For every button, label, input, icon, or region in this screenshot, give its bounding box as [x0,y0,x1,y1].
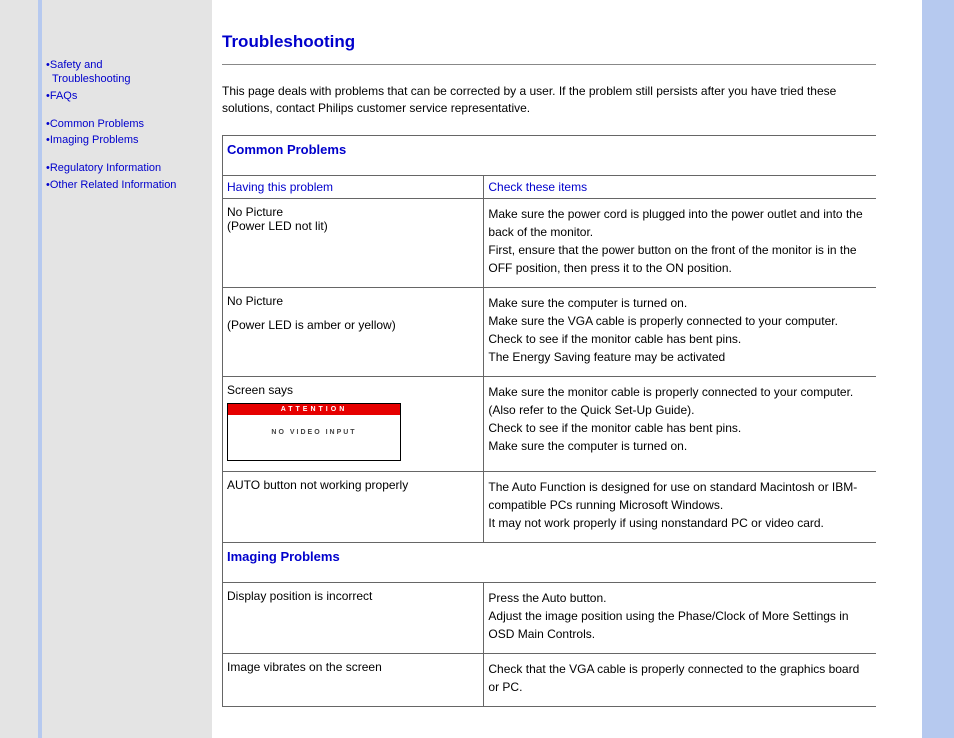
nav-group-1: •Safety and Troubleshooting •FAQs [46,58,206,103]
nav-group-3: •Regulatory Information •Other Related I… [46,161,206,192]
problem-line1: No Picture [227,205,475,219]
nav-item-common-problems[interactable]: •Common Problems [46,117,206,131]
nav-link: Imaging Problems [50,134,139,146]
sidebar-nav: •Safety and Troubleshooting •FAQs •Commo… [42,0,212,738]
nav-link: FAQs [50,90,78,102]
nav-item-regulatory[interactable]: •Regulatory Information [46,161,206,175]
table-row: Screen says ATTENTION NO VIDEO INPUT Mak… [223,376,877,471]
col-head-problem: Having this problem [223,175,484,198]
problem-line1: AUTO button not working properly [227,478,475,492]
problem-cell: AUTO button not working properly [223,471,484,542]
nav-link: Safety and [50,59,103,71]
section-head-imaging: Imaging Problems [223,542,877,582]
nav-link: Common Problems [50,118,144,130]
check-cell: Check that the VGA cable is properly con… [484,653,876,706]
problem-line2: (Power LED not lit) [227,219,475,233]
problem-cell: Display position is incorrect [223,582,484,653]
no-video-box: ATTENTION NO VIDEO INPUT [227,403,401,461]
nav-link: Regulatory Information [50,162,161,174]
nav-item-safety[interactable]: •Safety and Troubleshooting [46,58,206,87]
check-cell: Press the Auto button.Adjust the image p… [484,582,876,653]
right-color-band [922,0,954,738]
table-row: AUTO button not working properly The Aut… [223,471,877,542]
problem-line1: Screen says [227,383,475,397]
troubleshooting-table: Common Problems Having this problem Chec… [222,135,876,707]
check-cell: Make sure the monitor cable is properly … [484,376,876,471]
check-cell: Make sure the power cord is plugged into… [484,198,876,287]
problem-cell: No Picture (Power LED not lit) [223,198,484,287]
problem-line1: No Picture [227,294,475,308]
section-row-common: Common Problems [223,135,877,175]
left-margin-rule [0,0,42,738]
nav-item-faqs[interactable]: •FAQs [46,89,206,103]
problem-cell: Screen says ATTENTION NO VIDEO INPUT [223,376,484,471]
problem-line1: Image vibrates on the screen [227,660,475,674]
page-title: Troubleshooting [222,32,876,52]
main-content: Troubleshooting This page deals with pro… [212,0,922,738]
table-row: No Picture (Power LED is amber or yellow… [223,287,877,376]
title-divider [222,64,876,65]
col-head-check: Check these items [484,175,876,198]
nav-item-related-info[interactable]: •Other Related Information [46,178,206,192]
table-row: Image vibrates on the screen Check that … [223,653,877,706]
intro-paragraph: This page deals with problems that can b… [222,83,876,117]
problem-line2: (Power LED is amber or yellow) [227,318,475,332]
section-row-imaging: Imaging Problems [223,542,877,582]
section-head-common: Common Problems [223,135,877,175]
nav-group-2: •Common Problems •Imaging Problems [46,117,206,148]
page: •Safety and Troubleshooting •FAQs •Commo… [0,0,954,738]
problem-cell: Image vibrates on the screen [223,653,484,706]
nav-link-cont: Troubleshooting [52,73,130,85]
check-cell: The Auto Function is designed for use on… [484,471,876,542]
problem-cell: No Picture (Power LED is amber or yellow… [223,287,484,376]
check-cell: Make sure the computer is turned on.Make… [484,287,876,376]
no-video-header: ATTENTION [228,404,400,415]
table-row: Display position is incorrect Press the … [223,582,877,653]
no-video-body: NO VIDEO INPUT [228,415,400,436]
nav-link: Other Related Information [50,179,177,191]
nav-item-imaging-problems[interactable]: •Imaging Problems [46,133,206,147]
problem-line1: Display position is incorrect [227,589,475,603]
header-row: Having this problem Check these items [223,175,877,198]
table-row: No Picture (Power LED not lit) Make sure… [223,198,877,287]
